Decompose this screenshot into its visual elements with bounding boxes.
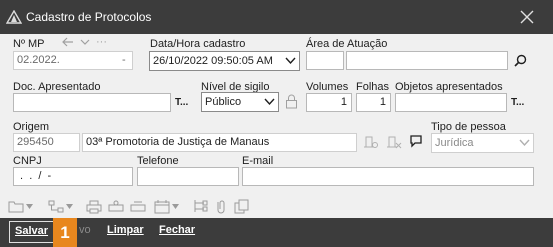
volumes-label: Volumes: [306, 81, 349, 93]
folhas-label: Folhas: [356, 81, 390, 93]
objetos-field[interactable]: [395, 93, 507, 112]
sigilo-select[interactable]: Público: [201, 92, 279, 112]
tree-icon[interactable]: [48, 200, 64, 213]
fechar-button[interactable]: Fechar: [159, 224, 195, 236]
datahora-value: 26/10/2022 09:50:05 AM: [153, 55, 273, 67]
search-icon[interactable]: [514, 54, 527, 67]
origem-code-field[interactable]: 295450: [13, 133, 80, 152]
telefone-field[interactable]: [137, 167, 239, 186]
chevron-down-icon[interactable]: [80, 38, 90, 46]
area-code-field[interactable]: [306, 51, 344, 70]
volumes-field[interactable]: 1: [306, 93, 352, 112]
chevron-down-icon[interactable]: [519, 139, 530, 147]
app-icon: [6, 10, 22, 24]
doc-text-button[interactable]: T...: [175, 97, 188, 108]
email-label: E-mail: [242, 155, 274, 167]
salvar-button[interactable]: Salvar: [9, 221, 55, 243]
calendar-icon[interactable]: [154, 199, 170, 214]
telefone-label: Telefone: [137, 155, 179, 167]
objetos-text-button[interactable]: T...: [511, 97, 524, 108]
pin-icon[interactable]: [363, 135, 379, 149]
chevron-down-icon[interactable]: [172, 204, 179, 209]
folder-icon[interactable]: [8, 200, 24, 213]
area-field[interactable]: [346, 51, 508, 70]
datahora-label: Data/Hora cadastro: [150, 38, 246, 50]
tipo-pessoa-label: Tipo de pessoa: [431, 121, 506, 133]
more-icon[interactable]: ···: [96, 36, 107, 48]
hierarchy-icon[interactable]: [192, 199, 208, 214]
nmp-value: 02.2022.: [17, 54, 60, 66]
tipo-pessoa-select[interactable]: Jurídica: [431, 133, 534, 153]
step-badge: 1: [53, 218, 77, 247]
cnpj-label: CNPJ: [13, 155, 42, 167]
attach-icon[interactable]: [214, 199, 229, 214]
email-field[interactable]: [242, 167, 534, 186]
chevron-down-icon[interactable]: [26, 204, 33, 209]
icon-toolbar: [8, 198, 288, 216]
chevron-down-icon[interactable]: [66, 204, 73, 209]
objetos-label: Objetos apresentados: [395, 81, 503, 93]
clear-icon[interactable]: [386, 135, 402, 149]
origem-label: Origem: [13, 121, 50, 133]
sigilo-value: Público: [205, 96, 242, 108]
close-icon[interactable]: [516, 8, 538, 26]
chat-icon[interactable]: [409, 134, 424, 149]
lock-icon[interactable]: [285, 94, 298, 109]
print-list-icon[interactable]: [130, 200, 146, 214]
area-label: Área de Atuação: [306, 38, 388, 50]
chevron-down-icon[interactable]: [285, 57, 296, 65]
doc-field[interactable]: [13, 93, 171, 112]
limpar-button[interactable]: Limpar: [107, 224, 144, 236]
title-bar: Cadastro de Protocolos: [0, 0, 553, 34]
print-icon[interactable]: [86, 200, 102, 214]
folhas-field[interactable]: 1: [356, 93, 391, 112]
origem-name-field[interactable]: 03ª Promotoria de Justiça de Manaus: [82, 133, 357, 152]
bottom-bar: Salvar 1 vo Limpar Fechar: [0, 218, 553, 247]
nmp-label: Nº MP: [13, 38, 45, 50]
cnpj-field[interactable]: . . / -: [13, 167, 133, 186]
doc-label: Doc. Apresentado: [13, 81, 101, 93]
tipo-pessoa-value: Jurídica: [435, 137, 474, 149]
nmp-suffix: -: [122, 54, 126, 66]
novo-button[interactable]: vo: [79, 224, 91, 236]
nmp-field[interactable]: 02.2022. -: [13, 51, 133, 70]
window-title: Cadastro de Protocolos: [26, 10, 152, 24]
print-preview-icon[interactable]: [108, 200, 124, 214]
datahora-picker[interactable]: 26/10/2022 09:50:05 AM: [149, 51, 300, 71]
copy-icon[interactable]: [234, 199, 249, 214]
back-icon[interactable]: [62, 37, 74, 47]
chevron-down-icon[interactable]: [264, 98, 275, 106]
